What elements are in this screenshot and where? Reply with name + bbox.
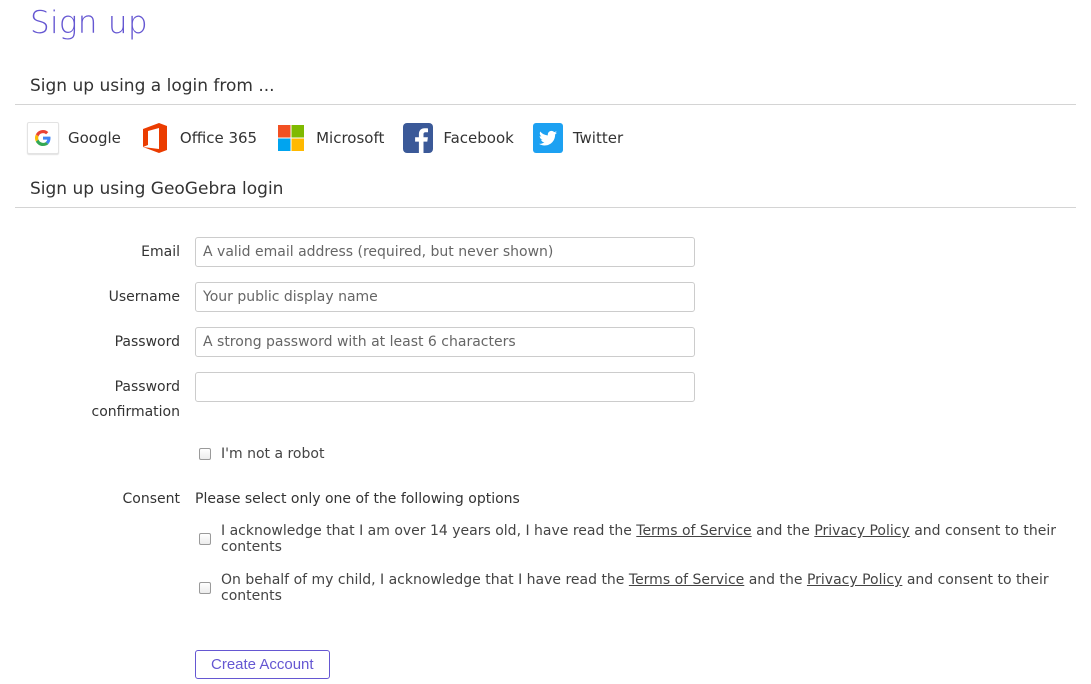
password-confirmation-label-line1: Password xyxy=(114,379,180,395)
twitter-icon xyxy=(532,122,564,154)
terms-of-service-link[interactable]: Terms of Service xyxy=(636,523,751,539)
office-365-icon xyxy=(139,122,171,154)
email-label: Email xyxy=(141,244,180,260)
captcha-label: I'm not a robot xyxy=(221,446,325,462)
consent-label: Consent xyxy=(122,491,180,507)
consent-child-text-and: and the xyxy=(748,572,803,588)
consent-over-14-checkbox[interactable] xyxy=(199,533,211,545)
consent-child-checkbox[interactable] xyxy=(199,582,211,594)
geogebra-login-heading: Sign up using GeoGebra login xyxy=(15,178,1076,208)
google-icon xyxy=(27,122,59,154)
social-login-heading: Sign up using a login from ... xyxy=(15,75,1076,105)
captcha-checkbox[interactable] xyxy=(199,448,211,460)
password-confirmation-label-line2: confirmation xyxy=(91,404,181,420)
social-login-heading-text: Sign up using a login from ... xyxy=(30,76,275,96)
office-365-label: Office 365 xyxy=(179,129,258,147)
password-confirmation-field[interactable] xyxy=(195,372,695,402)
page-title: Sign up xyxy=(30,5,148,41)
username-label: Username xyxy=(108,289,180,305)
twitter-login-button[interactable]: Twitter xyxy=(532,122,623,154)
facebook-icon xyxy=(402,122,434,154)
consent-option-child-text: On behalf of my child, I acknowledge tha… xyxy=(221,572,1091,604)
consent-child-text-before: On behalf of my child, I acknowledge tha… xyxy=(221,572,625,588)
facebook-login-button[interactable]: Facebook xyxy=(402,122,514,154)
consent-over-14-text-before: I acknowledge that I am over 14 years ol… xyxy=(221,523,632,539)
password-confirmation-label: Password confirmation xyxy=(92,375,181,425)
consent-option-over-14: I acknowledge that I am over 14 years ol… xyxy=(199,523,1091,555)
password-label: Password xyxy=(114,334,180,350)
privacy-policy-link[interactable]: Privacy Policy xyxy=(814,523,909,539)
consent-option-over-14-text: I acknowledge that I am over 14 years ol… xyxy=(221,523,1091,555)
microsoft-label: Microsoft xyxy=(316,129,385,147)
consent-option-child: On behalf of my child, I acknowledge tha… xyxy=(199,572,1091,604)
consent-intro: Please select only one of the following … xyxy=(195,491,520,507)
google-label: Google xyxy=(68,129,121,147)
office-365-login-button[interactable]: Office 365 xyxy=(139,122,257,154)
consent-over-14-text-and: and the xyxy=(756,523,810,539)
username-field[interactable] xyxy=(195,282,695,312)
password-field[interactable] xyxy=(195,327,695,357)
create-account-button[interactable]: Create Account xyxy=(195,650,330,679)
twitter-label: Twitter xyxy=(572,129,624,147)
terms-of-service-link[interactable]: Terms of Service xyxy=(629,572,744,588)
microsoft-icon xyxy=(275,122,307,154)
microsoft-login-button[interactable]: Microsoft xyxy=(275,122,384,154)
geogebra-login-heading-text: Sign up using GeoGebra login xyxy=(30,179,284,199)
captcha-row: I'm not a robot xyxy=(199,446,324,462)
google-login-button[interactable]: Google xyxy=(27,122,121,154)
privacy-policy-link[interactable]: Privacy Policy xyxy=(807,572,902,588)
facebook-label: Facebook xyxy=(443,129,514,147)
email-field[interactable] xyxy=(195,237,695,267)
social-provider-list: Google Office 365 Microsoft Facebook Twi… xyxy=(27,122,641,154)
